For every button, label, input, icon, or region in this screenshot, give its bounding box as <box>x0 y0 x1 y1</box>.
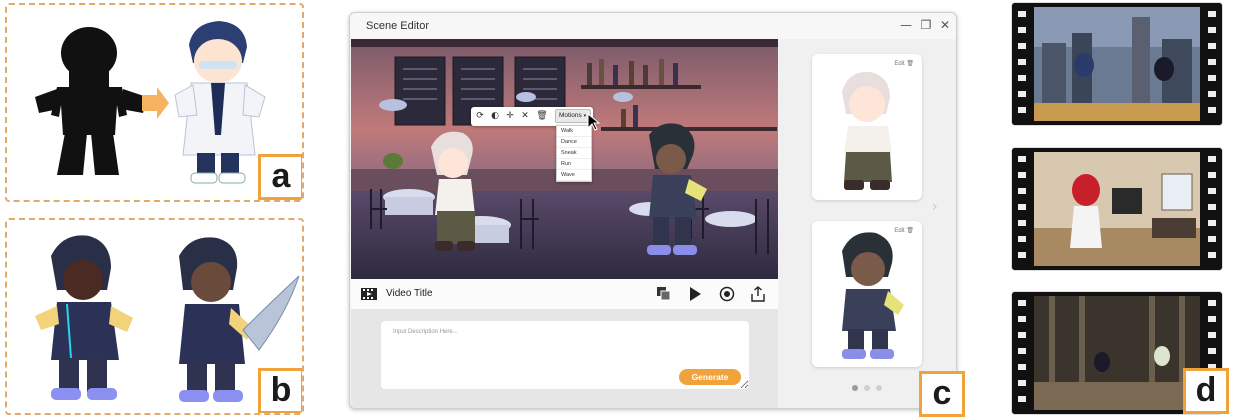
motion-wave[interactable]: Wave <box>557 170 591 181</box>
motions-dropdown[interactable]: Motions ▾ <box>555 109 591 123</box>
flip-icon[interactable]: ◐ <box>488 109 502 123</box>
character-toolbar: ⟳ ◐ ✛ ✕ 🗑 Motions ▾ <box>471 107 593 126</box>
window-title: Scene Editor <box>366 20 429 32</box>
fish-icon <box>242 275 300 351</box>
trash-icon[interactable]: 🗑 <box>906 61 914 67</box>
character-panel: Edit 🗑 Edit 🗑 › <box>779 39 956 408</box>
label-a: a <box>258 154 302 200</box>
minimize-button[interactable]: — <box>898 17 914 33</box>
edit-link[interactable]: Edit <box>894 61 904 67</box>
character-thumbnail <box>842 232 904 359</box>
panel-b: b <box>5 218 304 415</box>
film-icon <box>361 288 377 300</box>
chevron-down-icon: ▾ <box>583 113 587 119</box>
character-doctor <box>174 21 266 184</box>
description-area: Generate <box>351 309 778 408</box>
label-c: c <box>919 371 965 417</box>
rotate-icon[interactable]: ⟳ <box>473 109 487 123</box>
motions-label: Motions <box>559 112 582 119</box>
generate-button[interactable]: Generate <box>679 369 741 385</box>
panel-a: a <box>5 3 304 202</box>
pagination-dot[interactable] <box>864 385 870 391</box>
mouse-cursor-icon <box>587 113 601 131</box>
motion-dance[interactable]: Dance <box>557 137 591 148</box>
chevron-right-icon[interactable]: › <box>932 199 938 215</box>
living-room-illustration <box>1012 148 1222 270</box>
city-scene-illustration <box>1012 3 1222 125</box>
scene-viewport[interactable]: ⟳ ◐ ✛ ✕ 🗑 Motions ▾ Walk Dance Sneak Run… <box>351 39 778 279</box>
label-d: d <box>1183 368 1229 414</box>
motion-run[interactable]: Run <box>557 159 591 170</box>
character-card[interactable]: Edit 🗑 <box>812 221 922 367</box>
description-box: Generate <box>381 321 749 389</box>
pagination-dot[interactable] <box>876 385 882 391</box>
record-icon[interactable] <box>719 286 735 302</box>
maximize-button[interactable]: ❐ <box>918 17 934 33</box>
title-bar: Scene Editor — ❐ ✕ <box>350 13 956 39</box>
video-title[interactable]: Video Title <box>386 288 433 299</box>
character-thumbnail <box>842 71 892 190</box>
playback-controls: Video Title <box>351 279 778 309</box>
delete-icon[interactable]: 🗑 <box>535 109 549 123</box>
character-stylized-left <box>35 235 133 400</box>
edit-link[interactable]: Edit <box>894 228 904 234</box>
motion-walk[interactable]: Walk <box>557 126 591 137</box>
pose-icon[interactable]: ✕ <box>518 109 532 123</box>
film-frame-city <box>1012 3 1222 125</box>
label-b: b <box>258 368 302 413</box>
share-icon[interactable] <box>750 286 766 302</box>
character-card[interactable]: Edit 🗑 <box>812 54 922 200</box>
trash-icon[interactable]: 🗑 <box>906 228 914 234</box>
move-icon[interactable]: ✛ <box>503 109 517 123</box>
scene-editor-window: Scene Editor — ❐ ✕ ⟳ ◐ ✛ ✕ 🗑 Motions ▾ W… <box>349 12 957 409</box>
motion-sneak[interactable]: Sneak <box>557 148 591 159</box>
pagination-dot-active[interactable] <box>852 385 858 391</box>
play-icon[interactable] <box>687 286 703 302</box>
character-silhouette <box>35 27 147 175</box>
close-button[interactable]: ✕ <box>937 17 953 33</box>
motions-menu: Walk Dance Sneak Run Wave <box>556 125 592 182</box>
arrow-icon <box>142 87 169 119</box>
film-frame-living-room <box>1012 148 1222 270</box>
layers-icon[interactable] <box>656 286 672 302</box>
